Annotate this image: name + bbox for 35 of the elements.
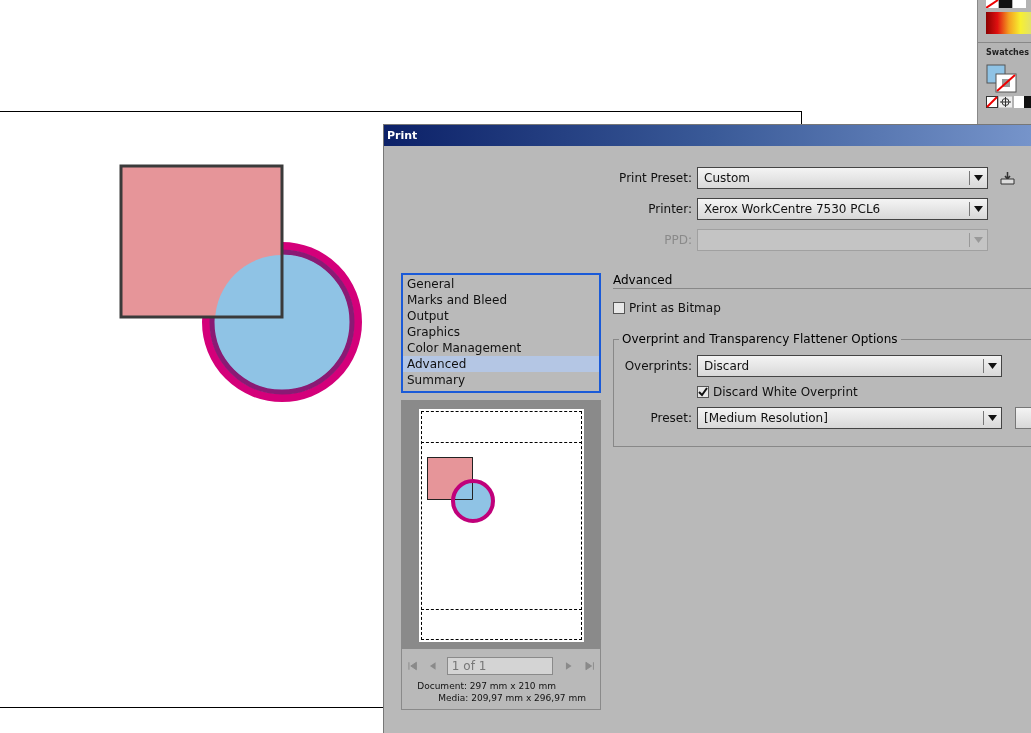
category-item[interactable]: Summary xyxy=(403,372,599,388)
category-item[interactable]: Color Management xyxy=(403,340,599,356)
checkbox-label: Print as Bitmap xyxy=(629,300,721,317)
media-size-text: Media: 209,97 mm x 296,97 mm xyxy=(438,692,586,704)
swatch-row-icon[interactable] xyxy=(986,96,1031,108)
fill-stroke-icon[interactable] xyxy=(986,64,1020,94)
save-preset-icon[interactable] xyxy=(1000,171,1015,185)
checkbox[interactable] xyxy=(613,302,625,314)
overprints-dropdown[interactable]: Discard xyxy=(697,355,1002,377)
group-title: Overprint and Transparency Flattener Options xyxy=(619,331,901,347)
category-item[interactable]: Advanced xyxy=(403,356,599,372)
category-item[interactable]: Output xyxy=(403,308,599,324)
dropdown-arrow-icon xyxy=(988,363,997,369)
print-preset-dropdown[interactable]: Custom xyxy=(697,167,988,189)
printer-dropdown[interactable]: Xerox WorkCentre 7530 PCL6 xyxy=(697,198,988,220)
dropdown-arrow-icon xyxy=(974,237,983,243)
category-item[interactable]: Graphics xyxy=(403,324,599,340)
field-label: Print Preset: xyxy=(618,170,693,187)
window-title: Print xyxy=(384,125,1031,146)
color-spectrum-bar xyxy=(986,12,1031,34)
category-item[interactable]: Marks and Bleed xyxy=(403,292,599,308)
checkbox-label: Discard White Overprint xyxy=(713,384,858,401)
swatches-tab[interactable]: Swatches xyxy=(986,47,1029,58)
checkbox[interactable] xyxy=(697,386,709,398)
field-label: Preset: xyxy=(649,410,693,427)
preset-dropdown[interactable]: [Medium Resolution] xyxy=(697,407,1002,429)
field-label: Overprints: xyxy=(623,358,693,375)
section-heading: Advanced xyxy=(613,273,1031,289)
dropdown-arrow-icon xyxy=(988,415,997,421)
document-size-text: Document: 297 mm x 210 mm xyxy=(417,680,556,692)
field-label: Printer: xyxy=(647,201,693,218)
dropdown-arrow-icon xyxy=(974,206,983,212)
dropdown-arrow-icon xyxy=(974,175,983,181)
category-item[interactable]: General xyxy=(403,276,599,292)
color-swatch-icon xyxy=(986,0,1026,8)
